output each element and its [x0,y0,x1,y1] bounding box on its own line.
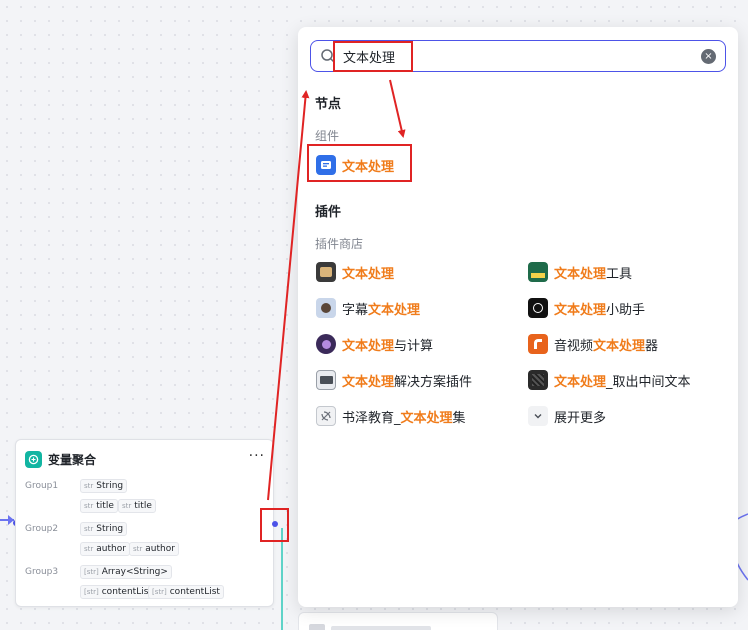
plugin-icon-7 [316,370,336,390]
component-item-highlight-box [307,144,412,182]
plugin-item-9[interactable]: 书泽教育_ 文本处理集 [316,405,466,427]
variable-aggregate-node[interactable]: 变量聚合 ··· Group1 str String str title str ti… [15,439,274,607]
plugin-icon-2 [528,262,548,282]
chevron-down-icon [528,406,548,426]
node-title: 变量聚合 [48,452,97,467]
plugin-icon-9 [316,406,336,426]
plugin-icon-3 [316,298,336,318]
section-components-title: 组件 [315,129,340,143]
clear-icon[interactable]: × [701,49,716,64]
plugin-item-5[interactable]: 文本处理 与计算 [316,333,433,355]
group2-var-tag-2: str author [129,542,179,556]
group1-var-tag-1: str title [80,499,118,513]
plugin-icon-4 [528,298,548,318]
section-nodes-title: 节点 [315,97,342,112]
section-plugins-title: 插件 [315,205,342,220]
plugin-icon-8 [528,370,548,390]
bottom-node-card [298,612,498,630]
node-search-panel: × 节点 组件 文本处理 插件 插件商店 文本处理 文本处理工具 字幕文本处理 … [298,27,738,607]
plugin-icon-1 [316,262,336,282]
group-label-1: Group1 [25,481,59,491]
group3-var-tag-2: [str] contentList [148,585,224,599]
group2-type-tag: str String [80,522,128,536]
output-port-highlight-box [260,508,289,542]
incoming-edge [0,515,14,525]
teal-connection-line [281,528,283,630]
plugin-icon-6 [528,334,548,354]
plugin-item-4[interactable]: 文本处理 小助手 [528,297,645,319]
group1-var-tag-2: str title [118,499,156,513]
plugin-item-2[interactable]: 文本处理 工具 [528,261,632,283]
group1-type-tag: str String [80,479,128,493]
plugin-item-8[interactable]: 文本处理 _取出中间文本 [528,369,691,391]
plugin-icon-5 [316,334,336,354]
group3-var-tag-1: [str] contentList [80,585,156,599]
node-aggregate-icon [25,450,42,468]
node-more-icon[interactable]: ··· [249,448,265,464]
node-header: 变量聚合 [25,450,96,468]
group3-type-tag: [str] Array<String> [80,565,172,579]
group-label-3: Group3 [25,567,59,577]
expand-more-button[interactable]: 展开更多 [528,405,606,427]
plugin-item-1[interactable]: 文本处理 [316,261,394,283]
group2-var-tag-1: str author [80,542,130,556]
plugin-item-3[interactable]: 字幕 文本处理 [316,297,420,319]
plugin-item-7[interactable]: 文本处理 解决方案插件 [316,369,472,391]
plugin-item-6[interactable]: 音视频 文本处理器 [528,333,658,355]
section-plugin-store-title: 插件商店 [315,237,364,251]
search-input-highlight-box [333,41,413,72]
group-label-2: Group2 [25,524,59,534]
